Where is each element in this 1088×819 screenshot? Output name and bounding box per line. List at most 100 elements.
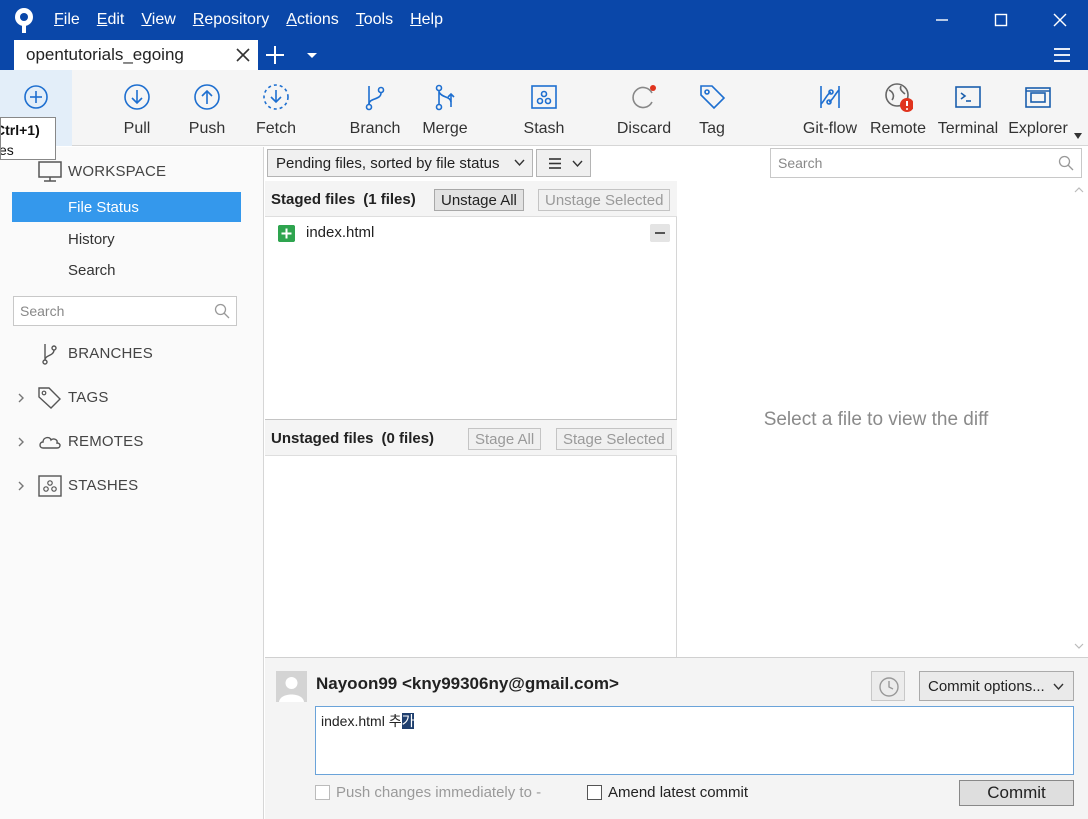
unstage-all-button[interactable]: Unstage All [434, 189, 524, 211]
remotes-section[interactable]: REMOTES [0, 425, 264, 459]
menu-help[interactable]: Help [410, 11, 443, 29]
maximize-button[interactable] [973, 0, 1029, 40]
remote-label: Remote [869, 120, 927, 137]
merge-label: Merge [422, 120, 468, 137]
workspace-label: WORKSPACE [68, 163, 167, 180]
tag-button[interactable]: Tag [686, 70, 738, 146]
menu-bar: File Edit View Repository Actions Tools … [54, 0, 460, 40]
chevron-right-icon [18, 481, 24, 491]
branch-label: Branch [349, 120, 401, 137]
stage-selected-button[interactable]: Stage Selected [556, 428, 672, 450]
monitor-icon [38, 161, 62, 182]
commit-options-label: Commit options... [928, 677, 1045, 695]
tooltip: Ctrl+1) es [0, 117, 56, 160]
staged-files-count: (1 files) [363, 191, 416, 208]
push-button[interactable]: Push [176, 70, 238, 146]
tab-repository[interactable]: opentutorials_egoing [14, 40, 258, 70]
file-filter-value: Pending files, sorted by file status [276, 154, 500, 172]
maximize-icon [994, 13, 1008, 27]
push-icon [194, 84, 220, 110]
toolbar: it Pull Push Fetch Branch Merge Stash Di… [0, 70, 1088, 146]
unstage-file-minus-icon[interactable] [650, 224, 670, 242]
unstaged-files-header: Unstaged files (0 files) Stage All Stage … [265, 420, 677, 456]
push-immediately-option[interactable]: Push changes immediately to - [315, 784, 541, 801]
main-search-input[interactable]: Search [770, 148, 1082, 178]
amend-commit-checkbox[interactable] [587, 785, 602, 800]
new-tab-icon[interactable] [262, 43, 288, 67]
staged-file-name: index.html [306, 224, 375, 241]
close-window-button[interactable] [1032, 0, 1088, 40]
gitflow-button[interactable]: Git-flow [798, 70, 862, 146]
merge-button[interactable]: Merge [413, 70, 477, 146]
file-added-icon [278, 225, 295, 242]
explorer-folder-icon [1025, 87, 1051, 108]
staged-files-title: Staged files (1 files) [271, 191, 416, 208]
unstage-selected-button[interactable]: Unstage Selected [538, 189, 671, 211]
push-immediately-checkbox[interactable] [315, 785, 330, 800]
amend-commit-option[interactable]: Amend latest commit [587, 784, 748, 801]
discard-button[interactable]: Discard [609, 70, 679, 146]
file-filter-dropdown[interactable]: Pending files, sorted by file status [267, 149, 533, 177]
scroll-down-icon[interactable] [1074, 643, 1084, 649]
tags-section[interactable]: TAGS [0, 381, 264, 415]
commit-message-textarea[interactable]: index.html 추가 [315, 706, 1074, 775]
staged-file-row[interactable]: index.html [265, 218, 676, 248]
workspace-header: WORKSPACE [0, 155, 264, 189]
tag-icon [38, 387, 61, 409]
unstaged-files-count: (0 files) [381, 430, 435, 447]
fetch-button[interactable]: Fetch [245, 70, 307, 146]
close-tab-icon[interactable] [234, 46, 252, 64]
sidebar-search-placeholder: Search [20, 303, 65, 319]
menu-tools[interactable]: Tools [356, 11, 393, 29]
branches-label: BRANCHES [68, 345, 153, 362]
menu-view[interactable]: View [141, 11, 175, 29]
hamburger-menu-icon[interactable] [1052, 45, 1072, 65]
toolbar-overflow-icon[interactable] [1074, 133, 1082, 139]
push-immediately-label: Push changes immediately to - [336, 784, 542, 801]
branch-icon [365, 86, 385, 111]
tab-list-dropdown-icon[interactable] [304, 48, 320, 62]
menu-repository[interactable]: Repository [193, 11, 269, 29]
fetch-icon [263, 84, 289, 110]
diff-placeholder-text: Select a file to view the diff [763, 409, 989, 430]
sidebar-search-input[interactable]: Search [13, 296, 237, 326]
menu-actions[interactable]: Actions [286, 11, 338, 29]
gitflow-label: Git-flow [802, 120, 858, 137]
list-view-icon [549, 158, 583, 169]
stashes-label: STASHES [68, 477, 139, 494]
stage-all-button[interactable]: Stage All [468, 428, 542, 450]
menu-file[interactable]: File [54, 11, 80, 29]
commit-message-selection: 가 [401, 713, 415, 729]
merge-icon [435, 84, 455, 111]
cloud-icon [39, 436, 61, 449]
commit-history-button[interactable] [871, 671, 905, 701]
remote-button[interactable]: Remote [868, 70, 928, 146]
diff-view: Select a file to view the diff [678, 181, 1088, 657]
pull-button[interactable]: Pull [106, 70, 168, 146]
sidebar-item-search[interactable]: Search [12, 255, 241, 285]
explorer-button[interactable]: Explorer [1006, 70, 1070, 146]
branch-button[interactable]: Branch [343, 70, 407, 146]
branches-section[interactable]: BRANCHES [0, 337, 264, 371]
staged-files-header: Staged files (1 files) Unstage All Unstag… [265, 181, 677, 217]
terminal-button[interactable]: Terminal [935, 70, 1001, 146]
scroll-up-icon[interactable] [1074, 187, 1084, 193]
stash-icon [38, 475, 62, 497]
chevron-right-icon [18, 437, 24, 447]
commit-button[interactable]: Commit [959, 780, 1074, 806]
commit-options-dropdown[interactable]: Commit options... [919, 671, 1074, 701]
minimize-button[interactable] [914, 0, 970, 40]
stashes-section[interactable]: STASHES [0, 469, 264, 503]
tags-label: TAGS [68, 389, 109, 406]
push-label: Push [188, 120, 226, 137]
view-mode-dropdown[interactable] [536, 149, 591, 177]
stash-button[interactable]: Stash [512, 70, 576, 146]
menu-edit[interactable]: Edit [97, 11, 125, 29]
commit-icon [24, 85, 48, 109]
discard-icon [632, 85, 656, 109]
sidebar-item-history[interactable]: History [12, 224, 241, 254]
sidebar-item-file-status[interactable]: File Status [12, 192, 241, 222]
amend-commit-label: Amend latest commit [608, 784, 749, 801]
tab-title: opentutorials_egoing [26, 45, 184, 64]
tooltip-text: es [0, 142, 14, 158]
